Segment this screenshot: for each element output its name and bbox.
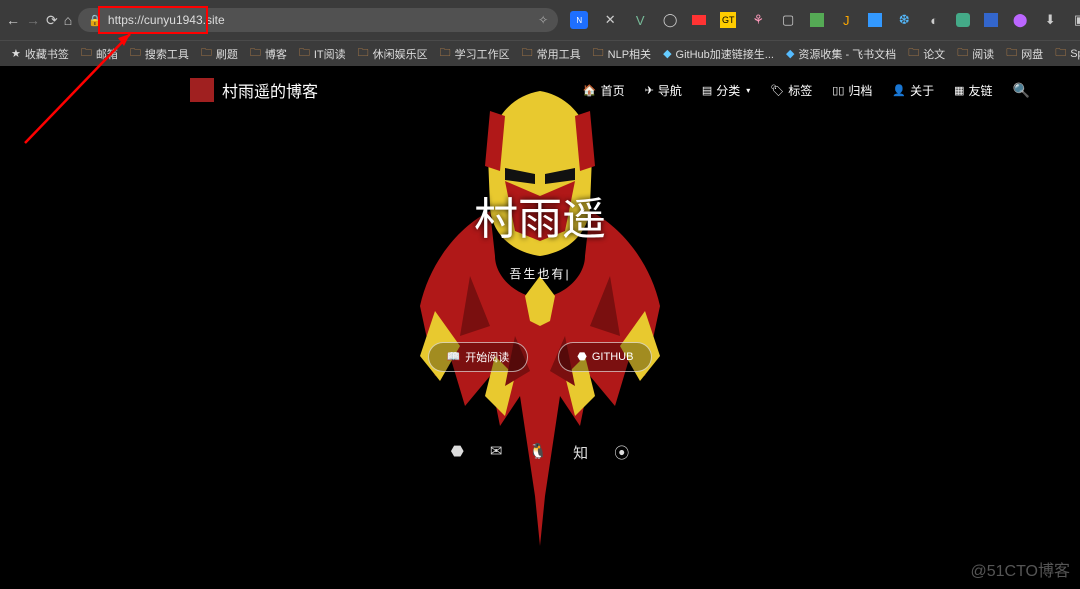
github-icon[interactable]: ⬣ (451, 442, 464, 463)
forward-button[interactable]: → (26, 9, 40, 31)
watermark: @51CTO博客 (970, 557, 1070, 581)
page-content: 村雨遥的博客 🏠首页 ✈导航 ▤分类▾ 🏷标签 ▯▯归档 👤关于 ▦友链 🔍 (0, 66, 1080, 589)
bookmark-folder[interactable]: 🗀Spider (1050, 44, 1080, 63)
hero-subtitle: 吾生也有 (509, 265, 570, 282)
qq-icon[interactable]: 🐧 (528, 442, 547, 463)
bookmark-item[interactable]: ◆GitHub加速链接生... (658, 46, 779, 62)
ext-icon[interactable] (984, 13, 998, 27)
bookmark-folder[interactable]: 🗀学习工作区 (435, 44, 515, 63)
extension-icons: N ✕ V ◯ GT ⚘ ▢ J ❆ ◐ ⬤ ⬇ ▣ ⤴ ⚙ ≡ ⋯ (570, 9, 1080, 31)
ext-icon[interactable]: ⬤ (1012, 12, 1028, 28)
link-icon: ◆ (786, 47, 794, 60)
mail-icon[interactable]: ✉ (490, 442, 503, 463)
folder-icon: 🗀 (1055, 44, 1066, 63)
bookmark-item[interactable]: ★收藏书签 (6, 46, 74, 62)
social-links: ⬣ ✉ 🐧 知 ⦿ (451, 442, 629, 463)
url-text: https://cunyu1943.site (108, 13, 225, 27)
hero-illustration (340, 76, 740, 556)
bookmark-folder[interactable]: 🗀休闲娱乐区 (353, 44, 433, 63)
book-icon: 📖 (447, 350, 461, 363)
ext-icon[interactable]: ◐ (926, 12, 942, 28)
folder-icon: 🗀 (593, 44, 604, 63)
bookmark-folder[interactable]: 🗀刷题 (196, 44, 243, 63)
reader-icon[interactable]: ✧ (538, 13, 548, 27)
bookmark-folder[interactable]: 🗀阅读 (952, 44, 999, 63)
ext-icon[interactable]: V (632, 12, 648, 28)
ext-icon[interactable]: ❆ (896, 12, 912, 28)
folder-icon: 🗀 (908, 44, 919, 63)
bookmark-folder[interactable]: 🗀论文 (903, 44, 950, 63)
bookmark-item[interactable]: ◆资源收集 - 飞书文档 (781, 46, 901, 62)
home-button[interactable]: ⌂ (64, 9, 72, 31)
refresh-button[interactable]: ⟳ (46, 9, 58, 31)
bookmark-folder[interactable]: 🗀博客 (245, 44, 292, 63)
bookmark-folder[interactable]: 🗀常用工具 (517, 44, 586, 63)
folder-icon: 🗀 (81, 44, 92, 63)
ext-icon[interactable]: ⬇ (1042, 12, 1058, 28)
lock-icon: 🔒 (88, 14, 102, 27)
github-icon: ⬣ (577, 350, 587, 363)
folder-icon: 🗀 (201, 44, 212, 63)
ext-icon[interactable]: ⚘ (750, 12, 766, 28)
folder-icon: 🗀 (1006, 44, 1017, 63)
rss-icon[interactable]: ⦿ (614, 442, 629, 463)
browser-toolbar: ← → ⟳ ⌂ 🔒 https://cunyu1943.site ✧ N ✕ V… (0, 0, 1080, 40)
folder-icon: 🗀 (299, 44, 310, 63)
ext-icon[interactable] (868, 13, 882, 27)
bookmarks-bar: ★收藏书签 🗀邮箱 🗀搜索工具 🗀刷题 🗀博客 🗀IT阅读 🗀休闲娱乐区 🗀学习… (0, 40, 1080, 66)
address-bar[interactable]: 🔒 https://cunyu1943.site ✧ (78, 8, 558, 32)
folder-icon: 🗀 (522, 44, 533, 63)
folder-icon: 🗀 (957, 44, 968, 63)
ext-icon[interactable]: ✕ (602, 12, 618, 28)
bookmark-folder[interactable]: 🗀NLP相关 (588, 44, 656, 63)
ext-icon[interactable]: N (570, 11, 588, 29)
folder-icon: 🗀 (358, 44, 369, 63)
hero-section: 村雨遥 吾生也有 📖开始阅读 ⬣GITHUB ⬣ ✉ 🐧 知 ⦿ (0, 66, 1080, 589)
ext-icon[interactable]: J (838, 12, 854, 28)
zhihu-icon[interactable]: 知 (573, 442, 588, 463)
back-button[interactable]: ← (6, 9, 20, 31)
ext-icon[interactable] (692, 15, 706, 25)
github-button[interactable]: ⬣GITHUB (558, 342, 652, 372)
ext-icon[interactable] (956, 13, 970, 27)
folder-icon: 🗀 (250, 44, 261, 63)
ext-icon[interactable]: ▢ (780, 12, 796, 28)
bookmark-folder[interactable]: 🗀网盘 (1001, 44, 1048, 63)
ext-icon[interactable]: GT (720, 12, 736, 28)
start-reading-button[interactable]: 📖开始阅读 (428, 342, 529, 372)
ext-icon[interactable] (810, 13, 824, 27)
star-icon: ★ (11, 47, 21, 60)
bookmark-folder[interactable]: 🗀搜索工具 (125, 44, 194, 63)
ext-icon[interactable]: ▣ (1072, 12, 1080, 28)
bookmark-folder[interactable]: 🗀邮箱 (76, 44, 123, 63)
hero-title: 村雨遥 (474, 183, 606, 247)
folder-icon: 🗀 (440, 44, 451, 63)
folder-icon: 🗀 (130, 44, 141, 63)
bookmark-folder[interactable]: 🗀IT阅读 (294, 44, 351, 63)
ext-icon[interactable]: ◯ (662, 12, 678, 28)
link-icon: ◆ (663, 47, 671, 60)
